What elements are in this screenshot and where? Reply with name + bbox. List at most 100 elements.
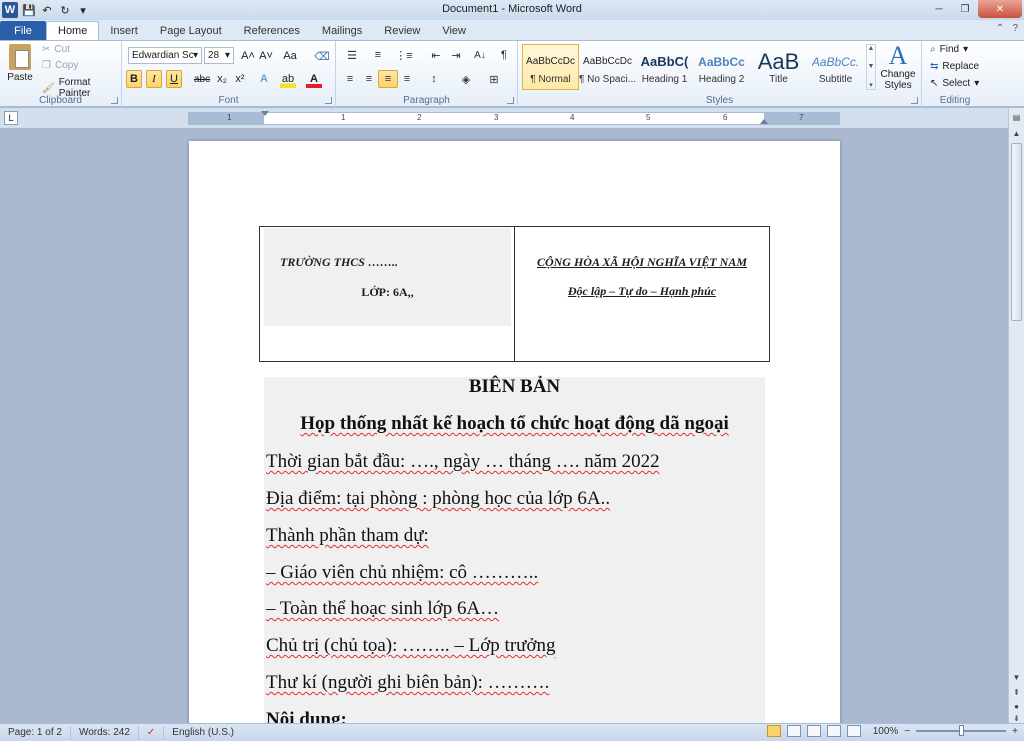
proofing-icon[interactable]: ✓	[139, 725, 165, 740]
customize-qat-icon[interactable]: ▾	[76, 3, 90, 17]
multilevel-list-button[interactable]: ⋮≡	[394, 46, 414, 64]
line-spacing-button[interactable]: ↕	[424, 70, 444, 88]
italic-button[interactable]: I	[146, 70, 162, 88]
paragraph-launcher-icon[interactable]	[507, 97, 514, 104]
replace-button[interactable]: ⇆ Replace	[930, 61, 979, 72]
chevron-up-icon[interactable]: ▲	[868, 45, 875, 52]
tab-selector[interactable]: L	[4, 111, 18, 125]
style-title[interactable]: AaB Title	[750, 44, 807, 90]
select-button[interactable]: ↖ Select ▾	[930, 78, 979, 89]
clipboard-launcher-icon[interactable]	[111, 97, 118, 104]
font-launcher-icon[interactable]	[325, 97, 332, 104]
increase-indent-button[interactable]: ⇥	[446, 46, 466, 64]
styles-gallery-scroll[interactable]: ▲ ▼ ▾	[866, 44, 876, 90]
decrease-indent-button[interactable]: ⇤	[426, 46, 446, 64]
style-subtitle[interactable]: AaBbCc. Subtitle	[807, 44, 864, 90]
font-size-box[interactable]: 28 ▾	[204, 47, 234, 64]
scroll-thumb[interactable]	[1011, 143, 1022, 321]
change-case-button[interactable]: Aa	[282, 47, 298, 65]
indent-marker-icon[interactable]	[261, 111, 269, 116]
tab-home[interactable]: Home	[46, 21, 100, 40]
tab-page-layout[interactable]: Page Layout	[149, 21, 233, 40]
paintbrush-icon: 🖌	[42, 82, 55, 94]
restore-button[interactable]: ❐	[952, 0, 978, 18]
save-icon[interactable]: 💾	[22, 3, 36, 17]
zoom-in-icon[interactable]: +	[1012, 726, 1018, 737]
tab-insert[interactable]: Insert	[99, 21, 149, 40]
font-color-button[interactable]: A	[306, 70, 322, 88]
previous-page-icon[interactable]: ⇞	[1009, 685, 1024, 699]
document-page[interactable]: TRƯỜNG THCS …….. LỚP: 6A,, CỘNG HÒA XÃ H…	[189, 141, 840, 723]
horizontal-ruler[interactable]: 1 1 2 3 4 5 6 7	[188, 111, 840, 125]
grow-font-button[interactable]: A˄	[240, 47, 256, 65]
tab-mailings[interactable]: Mailings	[311, 21, 373, 40]
find-button[interactable]: ⌕ Find ▾	[930, 44, 968, 55]
style-heading-2[interactable]: AaBbCc Heading 2	[693, 44, 750, 90]
ruler-toggle-icon[interactable]: ▤	[1009, 110, 1024, 124]
highlight-button[interactable]: ab	[280, 70, 296, 88]
web-layout-view-icon[interactable]	[806, 725, 821, 737]
show-marks-button[interactable]: ¶	[494, 46, 514, 64]
align-left-button[interactable]: ≡	[340, 70, 360, 88]
full-screen-view-icon[interactable]	[786, 725, 801, 737]
word-app-icon[interactable]: W	[2, 2, 18, 18]
scissors-icon: ✂	[42, 44, 51, 55]
redo-icon[interactable]: ↻	[58, 3, 72, 17]
minimize-ribbon-icon[interactable]: ⌃	[996, 23, 1004, 34]
chevron-down-icon[interactable]: ▼	[868, 63, 875, 70]
scroll-up-icon[interactable]: ▲	[1009, 126, 1024, 140]
minimize-button[interactable]: ─	[926, 0, 952, 18]
cut-button[interactable]: ✂ Cut	[42, 44, 70, 55]
tab-references[interactable]: References	[233, 21, 311, 40]
tab-file[interactable]: File	[0, 21, 46, 40]
more-styles-icon[interactable]: ▾	[869, 81, 873, 89]
zoom-level[interactable]: 100%	[873, 726, 899, 737]
style-no-spacing[interactable]: AaBbCcDc ¶ No Spaci...	[579, 44, 636, 90]
font-name-box[interactable]: Edwardian Scrip ▾	[128, 47, 202, 64]
change-styles-button[interactable]: A Change Styles	[880, 43, 916, 92]
shading-button[interactable]: ◈	[456, 70, 476, 88]
close-button[interactable]: ✕	[978, 0, 1022, 18]
copy-button[interactable]: ❐ Copy	[42, 60, 78, 71]
chevron-down-icon: ▾	[224, 50, 230, 61]
justify-button[interactable]: ≡	[397, 70, 417, 88]
print-layout-view-icon[interactable]	[766, 725, 781, 737]
align-right-button[interactable]: ≡	[378, 70, 398, 88]
outline-view-icon[interactable]	[826, 725, 841, 737]
bold-button[interactable]: B	[126, 70, 142, 88]
tab-view[interactable]: View	[431, 21, 477, 40]
underline-button[interactable]: U	[166, 70, 182, 88]
text-effects-button[interactable]: A	[256, 70, 272, 88]
style-normal[interactable]: AaBbCcDc ¶ Normal	[522, 44, 579, 90]
clear-formatting-icon[interactable]: ⌫	[314, 47, 330, 65]
header-right-cell[interactable]: CỘNG HÒA XÃ HỘI NGHĨA VIỆT NAM Độc lập –…	[515, 227, 769, 361]
subscript-button[interactable]: x₂	[214, 70, 230, 88]
help-icon[interactable]: ?	[1012, 23, 1018, 34]
header-left-cell[interactable]: TRƯỜNG THCS …….. LỚP: 6A,,	[260, 227, 515, 361]
shrink-font-button[interactable]: A˅	[258, 47, 274, 65]
right-indent-marker-icon[interactable]	[760, 119, 768, 124]
draft-view-icon[interactable]	[846, 725, 861, 737]
zoom-slider-knob[interactable]	[959, 725, 965, 736]
zoom-slider[interactable]	[916, 725, 1007, 736]
tab-review[interactable]: Review	[373, 21, 431, 40]
national-title: CỘNG HÒA XÃ HỘI NGHĨA VIỆT NAM	[536, 255, 748, 269]
word-count[interactable]: Words: 242	[71, 725, 139, 740]
zoom-out-icon[interactable]: −	[904, 726, 910, 737]
center-button[interactable]: ≡	[359, 70, 379, 88]
strikethrough-button[interactable]: abc	[194, 70, 210, 88]
sort-button[interactable]: A↓	[470, 46, 490, 64]
numbering-button[interactable]: ≡	[368, 46, 388, 64]
superscript-button[interactable]: x²	[232, 70, 248, 88]
language-indicator[interactable]: English (U.S.)	[164, 726, 242, 740]
undo-icon[interactable]: ↶	[40, 3, 54, 17]
style-name: ¶ Normal	[530, 73, 571, 85]
page-counter[interactable]: Page: 1 of 2	[0, 725, 71, 740]
borders-button[interactable]: ⊞	[484, 70, 504, 88]
style-heading-1[interactable]: AaBbC( Heading 1	[636, 44, 693, 90]
paste-button[interactable]: Paste	[4, 44, 36, 83]
vertical-scrollbar[interactable]: ▤ ▲ ▼ ⇞ ● ⇟	[1008, 108, 1024, 723]
scroll-down-icon[interactable]: ▼	[1009, 670, 1024, 684]
styles-launcher-icon[interactable]	[911, 97, 918, 104]
bullets-button[interactable]: ☰	[342, 46, 362, 64]
